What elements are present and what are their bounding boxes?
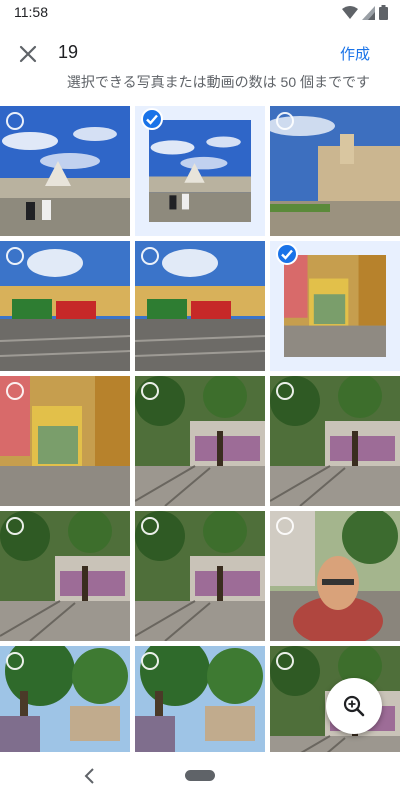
cellular-icon [362,5,375,20]
photo-tile[interactable] [135,646,265,752]
zoom-in-icon [343,695,365,717]
close-button[interactable] [12,38,44,70]
photo-tile[interactable] [0,241,130,371]
photo-tile[interactable] [270,376,400,506]
status-icons [342,5,388,20]
unchecked-circle-icon[interactable] [276,517,294,535]
photo-tile[interactable] [0,511,130,641]
photo-tile[interactable] [270,106,400,236]
unchecked-circle-icon[interactable] [141,382,159,400]
unchecked-circle-icon[interactable] [6,247,24,265]
back-nav-icon [84,768,94,784]
back-nav-button[interactable] [78,764,102,788]
unchecked-circle-icon[interactable] [6,652,24,670]
battery-icon [379,5,388,20]
unchecked-circle-icon[interactable] [276,382,294,400]
unchecked-circle-icon[interactable] [6,382,24,400]
wifi-icon [342,5,358,19]
photo-tile[interactable] [0,646,130,752]
photo-tile[interactable] [0,376,130,506]
selected-count: 19 [58,42,79,62]
photo-grid [0,106,400,752]
unchecked-circle-icon[interactable] [141,247,159,265]
photo-thumbnail [284,255,386,357]
photo-tile[interactable] [135,106,265,236]
close-icon [19,45,37,63]
system-nav-bar [0,752,400,800]
unchecked-circle-icon[interactable] [141,517,159,535]
photo-tile[interactable] [270,241,400,371]
photo-tile[interactable] [270,511,400,641]
home-pill[interactable] [185,770,215,781]
app-bar: 19 作成 [0,30,400,78]
create-button[interactable]: 作成 [340,43,370,64]
photo-tile[interactable] [135,376,265,506]
unchecked-circle-icon[interactable] [6,517,24,535]
zoom-button[interactable] [326,678,382,734]
checked-circle-icon[interactable] [276,243,298,265]
photo-tile[interactable] [0,106,130,236]
status-bar: 11:58 [0,0,400,24]
unchecked-circle-icon[interactable] [276,652,294,670]
photo-thumbnail [149,120,251,222]
unchecked-circle-icon[interactable] [141,652,159,670]
selection-limit-text: 選択できる写真または動画の数は 50 個までです [66,74,370,90]
status-time: 11:58 [14,4,48,20]
unchecked-circle-icon[interactable] [6,112,24,130]
unchecked-circle-icon[interactable] [276,112,294,130]
photo-tile[interactable] [135,511,265,641]
checked-circle-icon[interactable] [141,108,163,130]
photo-tile[interactable] [135,241,265,371]
